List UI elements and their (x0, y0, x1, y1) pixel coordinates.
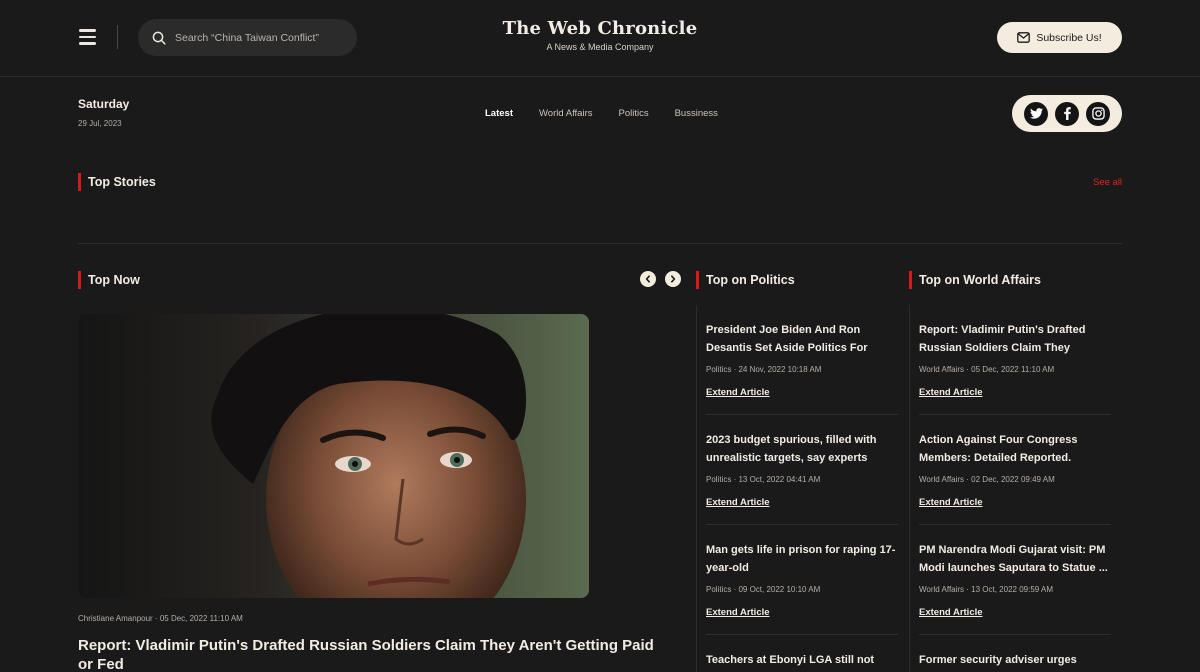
twitter-icon[interactable] (1024, 101, 1048, 126)
article-divider (919, 634, 1111, 635)
section-divider (78, 243, 1122, 244)
article-divider (706, 414, 898, 415)
hamburger-menu-icon[interactable] (79, 29, 97, 45)
search-icon (152, 31, 166, 45)
section-accent-bar (78, 173, 81, 191)
top-politics-heading: Top on Politics (696, 271, 795, 289)
extend-article-link[interactable]: Extend Article (919, 497, 983, 508)
nav-business[interactable]: Bussiness (675, 108, 718, 119)
article-meta: World Affairs · 02 Dec, 2022 09:49 AM (919, 475, 1055, 484)
article-meta: World Affairs · 05 Dec, 2022 11:10 AM (919, 365, 1055, 374)
article-card: Action Against Four Congress Members: De… (919, 432, 1111, 510)
nav-latest[interactable]: Latest (485, 108, 513, 119)
date-full: 29 Jul, 2023 (78, 119, 122, 128)
top-stories-heading: Top Stories (78, 173, 156, 191)
date-day: Saturday (78, 97, 130, 111)
section-accent-bar (78, 271, 81, 289)
nav-world-affairs[interactable]: World Affairs (539, 108, 593, 119)
subscribe-button[interactable]: Subscribe Us! (997, 22, 1122, 53)
top-now-heading: Top Now (78, 271, 140, 289)
article-title[interactable]: Man gets life in prison for raping 17-ye… (706, 542, 898, 577)
article-card: Teachers at Ebonyi LGA still not (706, 652, 898, 672)
site-brand[interactable]: The Web Chronicle A News & Media Company (450, 18, 750, 52)
top-now-title: Top Now (88, 273, 140, 287)
article-title[interactable]: Teachers at Ebonyi LGA still not (706, 652, 898, 672)
article-meta: Politics · 13 Oct, 2022 04:41 AM (706, 475, 821, 484)
site-title[interactable]: The Web Chronicle (450, 18, 750, 39)
article-title[interactable]: Action Against Four Congress Members: De… (919, 432, 1111, 467)
chevron-left-icon[interactable] (640, 271, 656, 287)
article-title[interactable]: Former security adviser urges Buhari (919, 652, 1111, 672)
article-title[interactable]: Report: Vladimir Putin's Drafted Russian… (919, 322, 1111, 357)
top-world-heading: Top on World Affairs (909, 271, 1041, 289)
facebook-icon[interactable] (1055, 101, 1079, 126)
article-card: Report: Vladimir Putin's Drafted Russian… (919, 322, 1111, 400)
top-world-title: Top on World Affairs (919, 273, 1041, 287)
article-divider (706, 524, 898, 525)
article-meta: Politics · 24 Nov, 2022 10:18 AM (706, 365, 822, 374)
mail-icon (1017, 32, 1031, 43)
article-meta: World Affairs · 13 Oct, 2022 09:59 AM (919, 585, 1053, 594)
instagram-icon[interactable] (1086, 101, 1110, 126)
article-card: Man gets life in prison for raping 17-ye… (706, 542, 898, 620)
extend-article-link[interactable]: Extend Article (919, 387, 983, 398)
article-title[interactable]: PM Narendra Modi Gujarat visit: PM Modi … (919, 542, 1111, 577)
site-subtitle: A News & Media Company (546, 42, 654, 52)
column-divider (909, 305, 910, 672)
search-input[interactable] (175, 31, 345, 44)
article-meta: Politics · 09 Oct, 2022 10:10 AM (706, 585, 821, 594)
extend-article-link[interactable]: Extend Article (706, 497, 770, 508)
chevron-right-icon[interactable] (665, 271, 681, 287)
extend-article-link[interactable]: Extend Article (919, 607, 983, 618)
see-all-link[interactable]: See all (1093, 177, 1122, 188)
search-bar[interactable] (138, 19, 357, 56)
subscribe-label: Subscribe Us! (1036, 31, 1102, 44)
header-divider (117, 25, 118, 49)
article-divider (706, 634, 898, 635)
category-nav: Latest World Affairs Politics Bussiness (485, 108, 718, 119)
hero-headline[interactable]: Report: Vladimir Putin's Drafted Russian… (78, 636, 668, 672)
article-card: President Joe Biden And Ron Desantis Set… (706, 322, 898, 400)
article-card: 2023 budget spurious, filled with unreal… (706, 432, 898, 510)
article-title[interactable]: President Joe Biden And Ron Desantis Set… (706, 322, 898, 357)
column-divider (696, 305, 697, 672)
extend-article-link[interactable]: Extend Article (706, 607, 770, 618)
nav-politics[interactable]: Politics (619, 108, 649, 119)
top-politics-title: Top on Politics (706, 273, 795, 287)
social-links (1012, 95, 1122, 132)
article-card: Former security adviser urges Buhari (919, 652, 1111, 672)
article-card: PM Narendra Modi Gujarat visit: PM Modi … (919, 542, 1111, 620)
section-accent-bar (909, 271, 912, 289)
portrait-photo (78, 314, 589, 598)
site-header: The Web Chronicle A News & Media Company… (0, 0, 1200, 77)
section-accent-bar (696, 271, 699, 289)
article-divider (919, 414, 1111, 415)
extend-article-link[interactable]: Extend Article (706, 387, 770, 398)
article-divider (919, 524, 1111, 525)
hero-image[interactable] (78, 314, 589, 598)
hero-meta: Christiane Amanpour · 05 Dec, 2022 11:10… (78, 614, 243, 623)
article-title[interactable]: 2023 budget spurious, filled with unreal… (706, 432, 898, 467)
top-stories-title: Top Stories (88, 175, 156, 189)
